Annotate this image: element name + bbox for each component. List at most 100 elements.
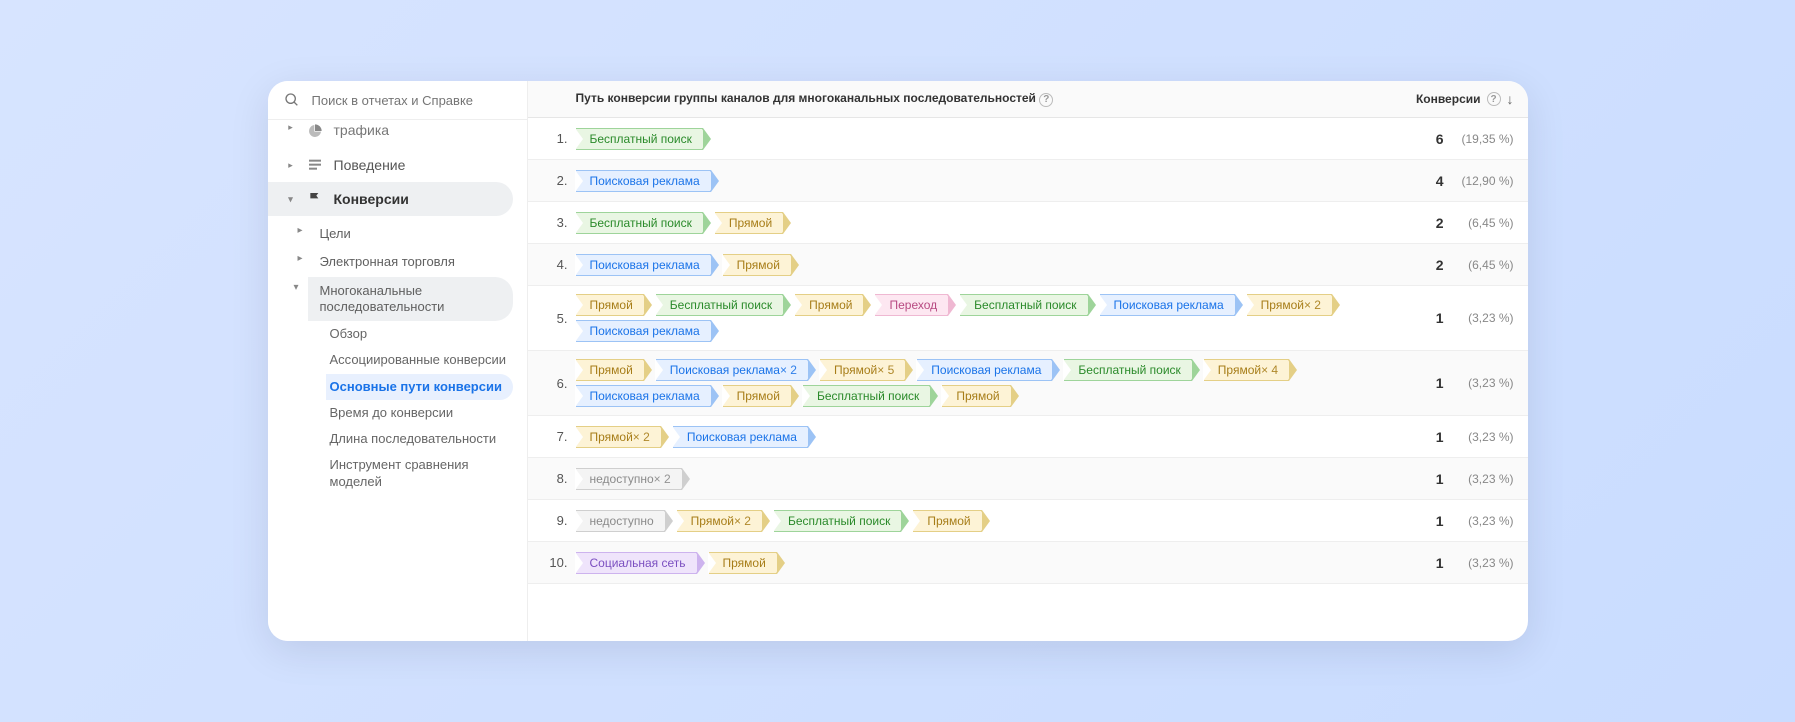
conversions-percent: (6,45 %) xyxy=(1444,216,1514,230)
channel-tag-organic: Бесплатный поиск xyxy=(960,294,1087,316)
multiplier: × 2 xyxy=(654,472,671,486)
table-body: 1.Бесплатный поиск6(19,35 %)2.Поисковая … xyxy=(528,118,1528,584)
table-row: 10.Социальная сетьПрямой1(3,23 %) xyxy=(528,542,1528,584)
conversions-count: 2 xyxy=(1364,215,1444,231)
row-number: 5. xyxy=(542,311,576,326)
conversions-sublist: Цели Электронная торговля Многоканальные… xyxy=(268,216,527,499)
channel-tag-organic: Бесплатный поиск xyxy=(774,510,901,532)
sidebar-item-label: трафика xyxy=(334,122,390,138)
row-number: 1. xyxy=(542,131,576,146)
channel-tag-direct: Прямой × 4 xyxy=(1204,359,1289,381)
leaf-model-compare[interactable]: Инструмент сравнения моделей xyxy=(326,452,527,495)
conversion-path: Бесплатный поискПрямой xyxy=(576,210,1364,236)
column-header-path[interactable]: Путь конверсии группы каналов для многок… xyxy=(576,91,1314,107)
channel-tag-direct: Прямой xyxy=(942,385,1010,407)
channel-tag-direct: Прямой × 2 xyxy=(576,426,661,448)
subitem-multichannel[interactable]: Многоканальные последовательности xyxy=(308,277,513,322)
app-window: ▸ трафика ▸ Поведение ▾ Конверсии Цели Э… xyxy=(268,81,1528,641)
conversion-path: Бесплатный поиск xyxy=(576,126,1364,152)
channel-tag-direct: Прямой xyxy=(723,254,791,276)
channel-tag-direct: Прямой xyxy=(723,385,791,407)
main-panel: Путь конверсии группы каналов для многок… xyxy=(528,81,1528,641)
row-number: 3. xyxy=(542,215,576,230)
row-number: 9. xyxy=(542,513,576,528)
multiplier: × 4 xyxy=(1261,363,1278,377)
table-row: 2.Поисковая реклама4(12,90 %) xyxy=(528,160,1528,202)
channel-tag-paid: Поисковая реклама xyxy=(576,254,711,276)
conversions-count: 1 xyxy=(1364,310,1444,326)
leaf-path-length[interactable]: Длина последовательности xyxy=(326,426,527,452)
conversions-percent: (3,23 %) xyxy=(1444,472,1514,486)
leaf-top-paths[interactable]: Основные пути конверсии xyxy=(326,374,513,400)
help-icon[interactable]: ? xyxy=(1039,93,1053,107)
conversions-percent: (6,45 %) xyxy=(1444,258,1514,272)
sidebar-item-traffic-sources[interactable]: ▸ трафика xyxy=(268,120,527,148)
table-row: 9.недоступноПрямой × 2Бесплатный поискПр… xyxy=(528,500,1528,542)
conversions-count: 4 xyxy=(1364,173,1444,189)
channel-tag-direct: Прямой xyxy=(715,212,783,234)
channel-tag-direct: Прямой xyxy=(576,294,644,316)
channel-tag-paid: Поисковая реклама xyxy=(576,320,711,342)
channel-tag-paid: Поисковая реклама xyxy=(576,385,711,407)
channel-tag-organic: Бесплатный поиск xyxy=(1064,359,1191,381)
row-number: 10. xyxy=(542,555,576,570)
flag-icon xyxy=(306,190,324,208)
list-icon xyxy=(306,156,324,174)
channel-tag-direct: Прямой × 2 xyxy=(677,510,762,532)
help-icon[interactable]: ? xyxy=(1487,92,1501,106)
search-input[interactable] xyxy=(312,93,511,108)
conversion-path: Поисковая реклама Прямой xyxy=(576,252,1364,278)
conversion-path: Поисковая реклама xyxy=(576,168,1364,194)
conversion-path: ПрямойБесплатный поискПрямойПереходБеспл… xyxy=(576,292,1364,344)
table-row: 1.Бесплатный поиск6(19,35 %) xyxy=(528,118,1528,160)
row-number: 7. xyxy=(542,429,576,444)
leaf-time-lag[interactable]: Время до конверсии xyxy=(326,400,527,426)
multiplier: × 2 xyxy=(780,363,797,377)
conversion-path: Социальная сеть Прямой xyxy=(576,550,1364,576)
sort-down-icon[interactable]: ↓ xyxy=(1507,91,1514,107)
channel-tag-paid: Поисковая реклама × 2 xyxy=(656,359,808,381)
channel-tag-direct: Прямой × 5 xyxy=(820,359,905,381)
conversions-count: 1 xyxy=(1364,471,1444,487)
pie-icon xyxy=(306,122,324,140)
leaf-overview[interactable]: Обзор xyxy=(326,321,527,347)
table-header: Путь конверсии группы каналов для многок… xyxy=(528,81,1528,118)
conversions-count: 6 xyxy=(1364,131,1444,147)
channel-tag-direct: Прямой xyxy=(709,552,777,574)
sidebar-item-behavior[interactable]: ▸ Поведение xyxy=(268,148,527,182)
subitem-goals[interactable]: Цели xyxy=(312,220,527,248)
subitem-ecommerce[interactable]: Электронная торговля xyxy=(312,248,527,276)
channel-tag-direct: Прямой × 2 xyxy=(1247,294,1332,316)
conversion-path: Прямой Поисковая реклама × 2 Прямой × 5 Пои… xyxy=(576,357,1364,409)
channel-tag-referral: Переход xyxy=(875,294,948,316)
conversions-percent: (3,23 %) xyxy=(1444,376,1514,390)
conversions-percent: (3,23 %) xyxy=(1444,556,1514,570)
caret-right-icon: ▸ xyxy=(286,160,296,171)
table-row: 5.ПрямойБесплатный поискПрямойПереходБес… xyxy=(528,286,1528,351)
column-header-conversions[interactable]: Конверсии ? ↓ xyxy=(1314,91,1514,107)
search-icon xyxy=(284,91,300,109)
conversions-percent: (3,23 %) xyxy=(1444,514,1514,528)
channel-tag-organic: Бесплатный поиск xyxy=(803,385,930,407)
table-row: 6.ПрямойПоисковая реклама × 2Прямой × 5П… xyxy=(528,351,1528,416)
multiplier: × 2 xyxy=(734,514,751,528)
conversions-count: 1 xyxy=(1364,429,1444,445)
search-row xyxy=(268,81,527,120)
sidebar-item-label: Конверсии xyxy=(334,191,409,207)
channel-tag-social: Социальная сеть xyxy=(576,552,697,574)
conversions-percent: (12,90 %) xyxy=(1444,174,1514,188)
caret-down-icon: ▾ xyxy=(286,194,296,205)
channel-tag-paid: Поисковая реклама xyxy=(673,426,808,448)
column-header-conversions-text: Конверсии xyxy=(1416,92,1481,106)
sidebar-item-label: Поведение xyxy=(334,157,406,173)
sidebar-item-conversions[interactable]: ▾ Конверсии xyxy=(268,182,513,216)
multiplier: × 5 xyxy=(877,363,894,377)
channel-tag-direct: Прямой xyxy=(795,294,863,316)
conversions-percent: (3,23 %) xyxy=(1444,311,1514,325)
conversion-path: недоступно × 2 xyxy=(576,466,1364,492)
leaf-assisted[interactable]: Ассоциированные конверсии xyxy=(326,347,527,373)
channel-tag-unavailable: недоступно xyxy=(576,510,665,532)
channel-tag-paid: Поисковая реклама xyxy=(1100,294,1235,316)
channel-tag-paid: Поисковая реклама xyxy=(917,359,1052,381)
row-number: 8. xyxy=(542,471,576,486)
